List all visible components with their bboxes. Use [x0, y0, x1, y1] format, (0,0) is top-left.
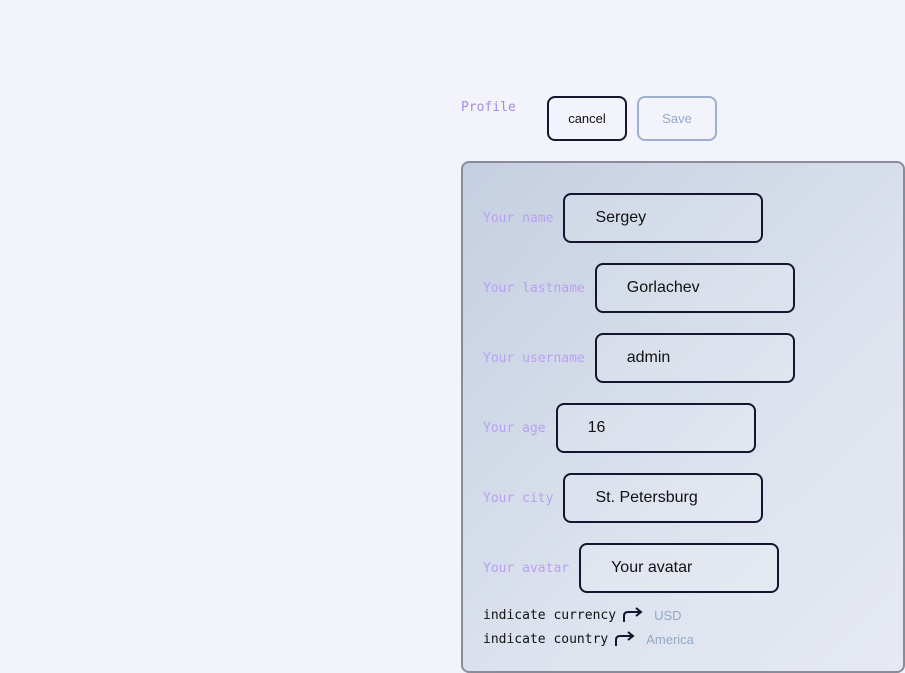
avatar-field[interactable]: Your avatar: [579, 543, 780, 593]
city-row: Your city St. Petersburg: [483, 473, 764, 523]
currency-label: indicate currency: [483, 607, 617, 623]
name-row: Your name Sergey: [483, 193, 764, 243]
cancel-button[interactable]: cancel: [547, 96, 627, 141]
avatar-label: Your avatar: [483, 560, 570, 576]
city-label: Your city: [483, 490, 554, 506]
lastname-label: Your lastname: [483, 280, 585, 296]
avatar-row: Your avatar Your avatar: [483, 543, 780, 593]
currency-value: USD: [654, 607, 682, 623]
age-row: Your age 16: [483, 403, 756, 453]
username-row: Your username admin: [483, 333, 795, 383]
name-field[interactable]: Sergey: [563, 193, 764, 243]
country-label: indicate country: [483, 631, 609, 647]
name-label: Your name: [483, 210, 554, 226]
profile-form-panel: Your name Sergey Your lastname Gorlachev…: [461, 161, 905, 673]
age-field[interactable]: 16: [555, 403, 756, 453]
age-label: Your age: [483, 420, 546, 436]
save-button[interactable]: Save: [637, 96, 717, 141]
currency-row: indicate currency USD: [483, 607, 682, 623]
arrow-forward-icon[interactable]: [614, 631, 636, 647]
country-row: indicate country America: [483, 631, 694, 647]
country-value: America: [646, 631, 694, 647]
lastname-field[interactable]: Gorlachev: [594, 263, 795, 313]
lastname-row: Your lastname Gorlachev: [483, 263, 795, 313]
username-field[interactable]: admin: [594, 333, 795, 383]
page-title: Profile: [461, 100, 516, 115]
username-label: Your username: [483, 350, 585, 366]
arrow-forward-icon[interactable]: [622, 607, 644, 623]
city-field[interactable]: St. Petersburg: [563, 473, 764, 523]
